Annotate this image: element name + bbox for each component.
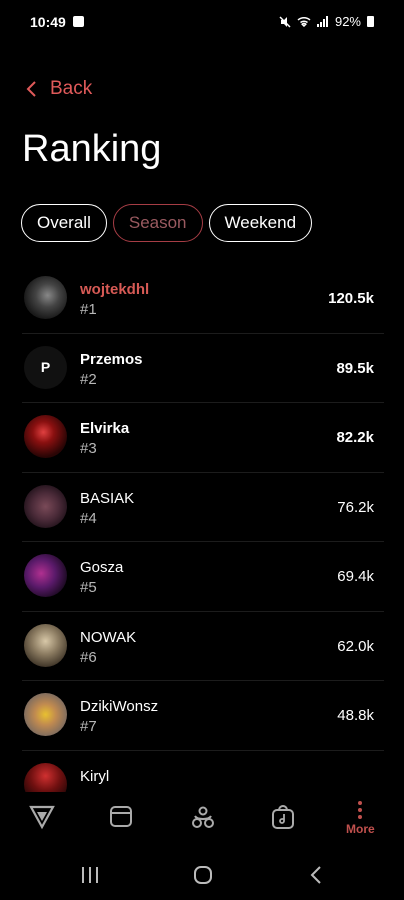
player-name: Kiryl <box>80 767 110 785</box>
recent-apps-icon[interactable] <box>81 867 99 883</box>
player-rank: #1 <box>80 301 97 318</box>
system-nav <box>0 850 404 900</box>
calendar-icon <box>110 806 132 827</box>
nav-more[interactable]: More <box>346 800 375 836</box>
wifi-icon <box>297 16 311 27</box>
player-score: 48.8k <box>337 707 374 724</box>
music-bag-icon <box>272 805 294 829</box>
player-rank: #5 <box>80 579 97 596</box>
status-bar: 10:49 92% <box>0 0 404 46</box>
ranking-list: wojtekdhl #1 120.5k P Przemos #2 89.5k E… <box>22 264 384 820</box>
battery-icon <box>367 16 374 27</box>
nav-music[interactable] <box>271 804 295 830</box>
page-title: Ranking <box>22 128 162 170</box>
tab-season[interactable]: Season <box>112 204 203 242</box>
ranking-row[interactable]: Elvirka #3 82.2k <box>22 403 384 473</box>
player-rank: #6 <box>80 648 97 666</box>
player-rank: #3 <box>80 440 97 457</box>
player-score: 62.0k <box>337 637 374 655</box>
player-name: wojtekdhl <box>80 281 150 298</box>
nav-community[interactable] <box>190 804 216 830</box>
avatar <box>24 415 67 458</box>
avatar: P <box>24 345 67 389</box>
player-name: DzikiWonsz <box>80 698 159 715</box>
ranking-tabs: Overall Season Weekend <box>21 204 313 242</box>
back-button[interactable]: Back <box>22 78 92 100</box>
mute-icon <box>279 15 291 28</box>
avatar <box>24 554 67 597</box>
more-vertical-icon <box>358 801 363 819</box>
player-score: 82.2k <box>336 429 374 446</box>
player-name: Przemos <box>80 350 143 368</box>
player-name: Elvirka <box>80 420 130 437</box>
ranking-row[interactable]: wojtekdhl #1 120.5k <box>22 264 384 334</box>
back-label: Back <box>50 78 93 99</box>
avatar <box>24 276 67 319</box>
status-time: 10:49 <box>30 14 66 30</box>
player-score: 69.4k <box>337 568 374 585</box>
ranking-row[interactable]: BASIAK #4 76.2k <box>22 473 384 542</box>
nav-home[interactable] <box>28 804 56 830</box>
battery-percent: 92% <box>334 14 361 29</box>
ranking-row[interactable]: Gosza #5 69.4k <box>22 542 384 612</box>
ranking-row[interactable]: DzikiWonsz #7 48.8k <box>22 681 384 751</box>
nav-calendar[interactable] <box>109 804 133 828</box>
gallery-notification-icon <box>73 16 84 27</box>
bottom-nav: More <box>0 792 404 850</box>
player-name: Gosza <box>80 559 124 576</box>
player-rank: #4 <box>80 509 97 527</box>
player-rank: #7 <box>80 718 97 735</box>
tab-overall[interactable]: Overall <box>21 204 107 242</box>
player-score: 89.5k <box>336 359 374 377</box>
ranking-row[interactable]: NOWAK #6 62.0k <box>22 612 384 681</box>
signal-icon <box>316 16 328 27</box>
back-nav-icon[interactable] <box>310 866 322 884</box>
logo-icon <box>29 805 55 830</box>
ranking-row[interactable]: P Przemos #2 89.5k <box>22 334 384 403</box>
chevron-left-icon <box>26 81 36 97</box>
community-icon <box>192 806 214 828</box>
avatar <box>24 484 67 528</box>
home-icon[interactable] <box>193 865 213 885</box>
avatar <box>24 623 67 667</box>
player-score: 76.2k <box>337 498 374 516</box>
player-name: NOWAK <box>80 628 137 646</box>
tab-weekend[interactable]: Weekend <box>208 204 313 242</box>
nav-more-label: More <box>346 822 375 836</box>
player-rank: #2 <box>80 370 97 388</box>
avatar <box>24 693 67 736</box>
player-name: BASIAK <box>80 489 135 507</box>
player-score: 120.5k <box>328 290 374 307</box>
avatar-initial: P <box>40 359 51 375</box>
